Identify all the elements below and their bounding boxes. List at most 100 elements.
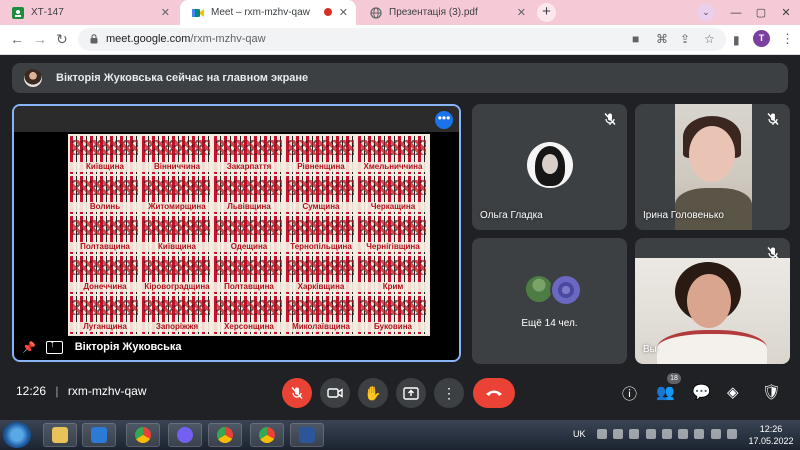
poster-region-label: Полтавщина xyxy=(70,242,140,252)
share-icon[interactable]: ⇪ xyxy=(680,32,690,46)
recording-icon xyxy=(324,8,332,16)
tray-battery-icon[interactable] xyxy=(694,429,704,439)
presentation-tile[interactable]: ••• Київщина Вінниччина Закарпаття Рівненщи… xyxy=(12,104,461,362)
address-bar[interactable]: meet.google.com/rxm-mzhv-qaw ■ ⌘ ⇪ ☆ xyxy=(78,28,726,51)
poster-cell: Буковина xyxy=(358,296,428,334)
close-window-icon[interactable]: ✕ xyxy=(771,0,800,25)
side-panel-icon[interactable]: ▮ xyxy=(733,33,740,47)
windows-taskbar: UK xyxy=(0,420,800,450)
reload-icon[interactable]: ↻ xyxy=(56,31,68,48)
tray-flag-icon[interactable] xyxy=(678,429,688,439)
more-participants-label: Ещё 14 чел. xyxy=(521,318,578,329)
tray-viber-icon[interactable] xyxy=(727,429,737,439)
poster-region-label: Полтавщина xyxy=(214,282,284,292)
taskbar-explorer-icon[interactable] xyxy=(43,423,77,447)
poster-region-label: Миколаївщина xyxy=(286,322,356,332)
participant-name: Вы xyxy=(643,344,657,355)
url-text: meet.google.com/rxm-mzhv-qaw xyxy=(106,33,266,45)
taskbar-chrome-icon[interactable] xyxy=(126,423,160,447)
poster-region-label: Житомирщина xyxy=(142,202,212,212)
taskbar-word-icon[interactable] xyxy=(290,423,324,447)
participant-avatar xyxy=(527,142,573,188)
taskbar-clock[interactable]: 12:26 17.05.2022 xyxy=(745,423,797,447)
tab-meet[interactable]: Meet – rxm-mzhv-qaw ✕ xyxy=(180,0,356,25)
taskbar-chrome-profile-icon[interactable] xyxy=(250,423,284,447)
new-tab-button[interactable]: + xyxy=(537,3,556,22)
present-now-button[interactable] xyxy=(396,378,426,408)
leave-call-button[interactable] xyxy=(473,378,515,408)
hand-icon: ✋ xyxy=(364,384,382,401)
tray-skype-icon[interactable] xyxy=(629,429,639,439)
hang-up-icon xyxy=(486,390,502,396)
camera-icon[interactable]: ■ xyxy=(632,32,639,46)
forward-icon[interactable]: → xyxy=(33,31,47,47)
poster-cell: Черкащина xyxy=(358,176,428,214)
meeting-details-icon[interactable]: ⓘ xyxy=(622,383,637,404)
tray-volume-icon[interactable] xyxy=(711,429,721,439)
translate-icon[interactable]: ⌘ xyxy=(656,32,668,46)
self-video xyxy=(635,258,790,364)
bookmark-star-icon[interactable]: ☆ xyxy=(704,32,715,46)
more-participants-tile[interactable]: Ещё 14 чел. xyxy=(472,238,627,364)
mic-off-icon xyxy=(291,387,303,399)
camera-toggle-button[interactable] xyxy=(320,378,350,408)
mic-off-icon xyxy=(767,113,779,125)
profile-avatar[interactable]: T xyxy=(753,30,770,47)
video-camera-icon xyxy=(327,388,343,398)
mic-off-icon xyxy=(604,113,616,125)
participant-avatars xyxy=(524,274,584,306)
participant-tile-olga[interactable]: Ольга Гладка xyxy=(472,104,627,230)
presentation-footer: 📌 Вікторія Жуковська xyxy=(14,334,459,360)
poster-cell: Київщина xyxy=(142,216,212,254)
tab-search-chevron-icon[interactable]: ⌄ xyxy=(697,4,715,21)
pin-icon[interactable]: 📌 xyxy=(22,341,36,354)
clock-time: 12:26 xyxy=(759,424,783,434)
tab-pdf[interactable]: Презентація (3).pdf ✕ xyxy=(358,0,534,25)
globe-icon xyxy=(370,6,382,19)
tray-signal-icon[interactable] xyxy=(662,429,672,439)
chat-icon[interactable]: 💬 xyxy=(692,383,711,401)
taskbar-chrome-icon-2[interactable] xyxy=(208,423,242,447)
start-button[interactable] xyxy=(3,422,31,448)
poster-cell: Луганщина xyxy=(70,296,140,334)
input-language[interactable]: UK xyxy=(573,429,586,439)
url-host: meet.google.com xyxy=(106,33,191,45)
presentation-header xyxy=(14,106,459,132)
self-tile[interactable]: Вы xyxy=(635,238,790,364)
clock-date: 17.05.2022 xyxy=(748,436,794,446)
taskbar-media-icon[interactable] xyxy=(82,423,116,447)
poster-region-label: Рівненщина xyxy=(286,162,356,172)
tab-close-icon[interactable]: ✕ xyxy=(517,6,526,19)
activities-icon[interactable]: ◈ xyxy=(727,383,739,401)
tab-close-icon[interactable]: ✕ xyxy=(339,6,348,19)
more-options-icon[interactable]: ••• xyxy=(435,111,453,129)
separator: | xyxy=(55,384,59,398)
host-controls-icon[interactable]: 🛡 xyxy=(762,383,781,401)
more-options-button[interactable]: ⋮ xyxy=(434,378,464,408)
tray-network-icon[interactable] xyxy=(597,429,607,439)
poster-region-label: Закарпаття xyxy=(214,162,284,172)
poster-cell: Харківщина xyxy=(286,256,356,294)
poster-region-label: Одещина xyxy=(214,242,284,252)
tray-display-icon[interactable] xyxy=(646,429,656,439)
poster-cell: Закарпаття xyxy=(214,136,284,174)
poster-cell: Чернігівщина xyxy=(358,216,428,254)
browser-menu-icon[interactable]: ⋮ xyxy=(781,31,794,47)
url-path: /rxm-mzhv-qaw xyxy=(190,33,266,45)
participant-tile-iryna[interactable]: Ірина Головенько xyxy=(635,104,790,230)
poster-region-label: Київщина xyxy=(70,162,140,172)
poster-region-label: Буковина xyxy=(358,322,428,332)
poster-cell: Сумщина xyxy=(286,176,356,214)
taskbar-viber-icon[interactable] xyxy=(168,423,202,447)
tab-xt147[interactable]: ХТ-147 ✕ xyxy=(0,0,178,25)
people-icon[interactable]: 👥 xyxy=(656,383,675,401)
participant-name: Ірина Головенько xyxy=(643,210,724,221)
meet-icon xyxy=(192,8,204,17)
mic-toggle-button[interactable] xyxy=(282,378,312,408)
meeting-info: 12:26 | rxm-mzhv-qaw xyxy=(16,384,147,398)
tray-app-icon[interactable] xyxy=(613,429,623,439)
raise-hand-button[interactable]: ✋ xyxy=(358,378,388,408)
tab-close-icon[interactable]: ✕ xyxy=(161,6,170,19)
back-icon[interactable]: ← xyxy=(10,31,24,47)
poster-region-label: Луганщина xyxy=(70,322,140,332)
